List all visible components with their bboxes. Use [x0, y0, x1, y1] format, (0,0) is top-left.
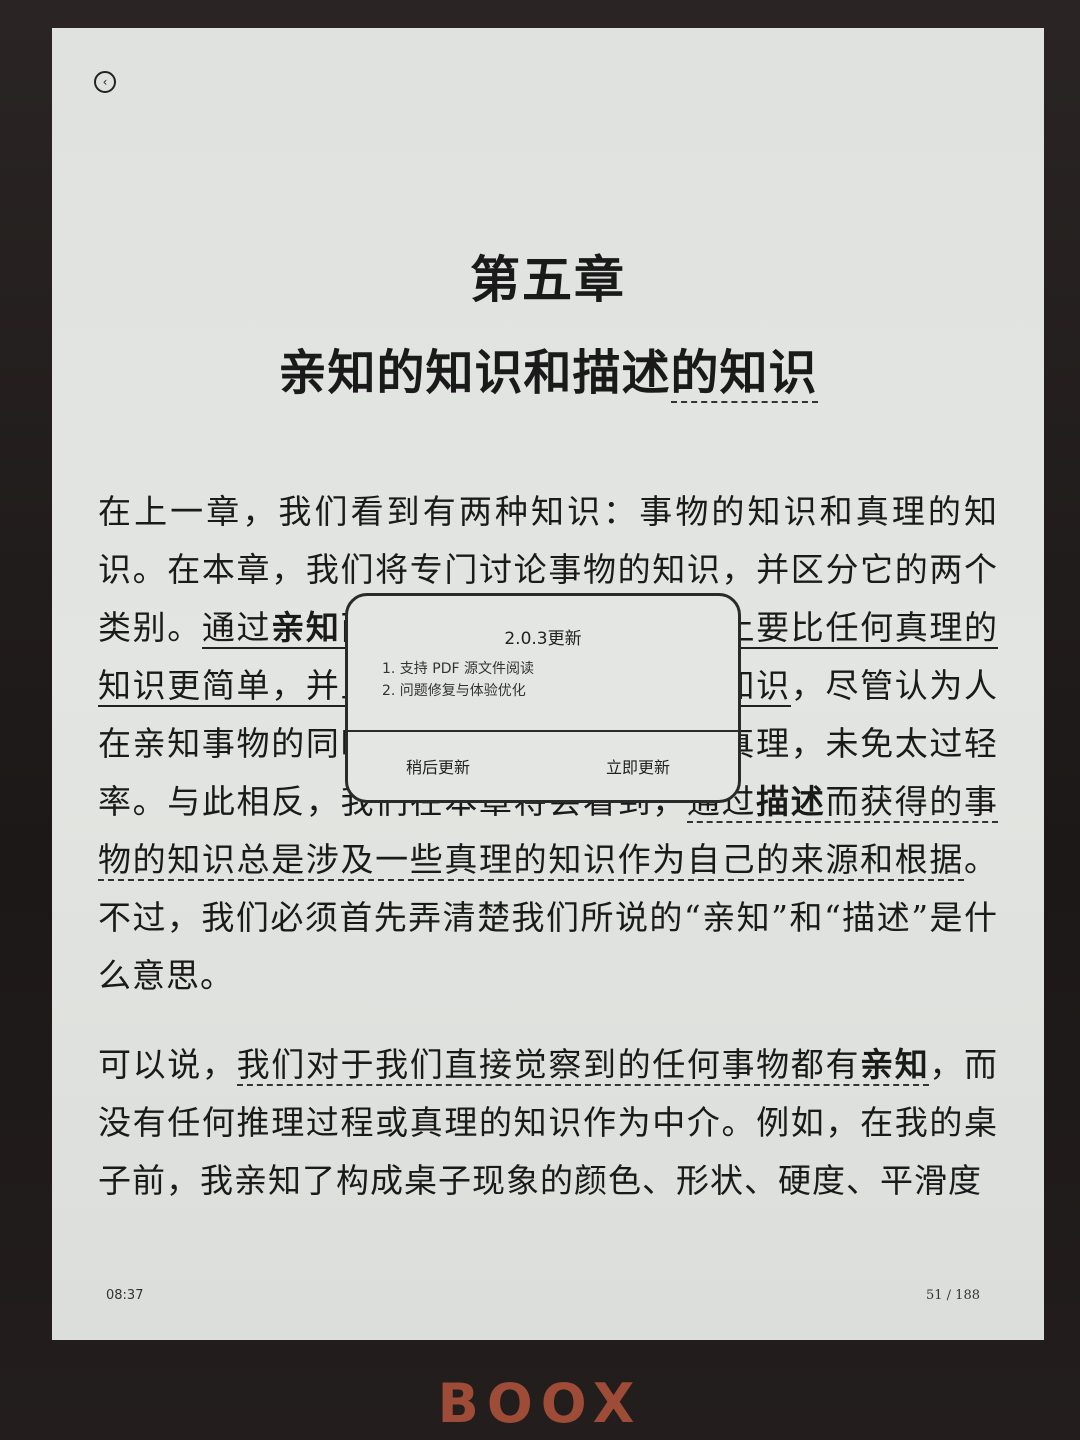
chapter-number: 第五章	[470, 250, 626, 309]
update-note: 1. 支持 PDF 源文件阅读	[382, 661, 534, 677]
p2-bold-term: 亲知	[860, 1045, 930, 1084]
chapter-title-underlined: 的知识	[670, 345, 818, 403]
update-later-button[interactable]: 稍后更新	[406, 754, 470, 778]
clock: 08:37	[106, 1288, 144, 1303]
page-indicator: 51 / 188	[926, 1288, 980, 1303]
chapter-title: 亲知的知识和描述的知识	[52, 333, 1044, 403]
back-icon[interactable]: ‹	[94, 71, 116, 93]
p2-sentence-1: 可以说，	[98, 1045, 237, 1084]
update-dialog: 2.0.3更新 1. 支持 PDF 源文件阅读 2. 问题修复与体验优化 稍后更…	[345, 593, 741, 803]
p1-text: 通过	[201, 608, 272, 647]
p1-bold-term: 亲知	[271, 608, 341, 647]
paragraph-2: 可以说，我们对于我们直接觉察到的任何事物都有亲知，而没有任何推理过程或真理的知识…	[98, 1036, 998, 1210]
update-notes: 1. 支持 PDF 源文件阅读 2. 问题修复与体验优化	[382, 658, 534, 702]
p1-text: 据	[929, 840, 965, 879]
device-brand-logo: BOOX	[437, 1372, 643, 1435]
chapter-title-part: 亲知的知识和描述	[278, 345, 671, 401]
dialog-title: 2.0.3更新	[504, 629, 582, 649]
p2-dashed-passage: 我们对于我们直接觉察到的任何事物都有亲知	[236, 1045, 930, 1086]
reader-screen: ‹ 第五章 亲知的知识和描述的知识 在上一章，我们看到有两种知识：事物的知识和真…	[52, 28, 1044, 1340]
update-now-button[interactable]: 立即更新	[606, 754, 670, 778]
dialog-divider	[348, 730, 738, 732]
update-note: 2. 问题修复与体验优化	[382, 683, 526, 699]
p2-text: 我们对于我们直接觉察到的任何事物都有	[236, 1045, 861, 1084]
p1-bold-term: 描述	[756, 782, 826, 821]
